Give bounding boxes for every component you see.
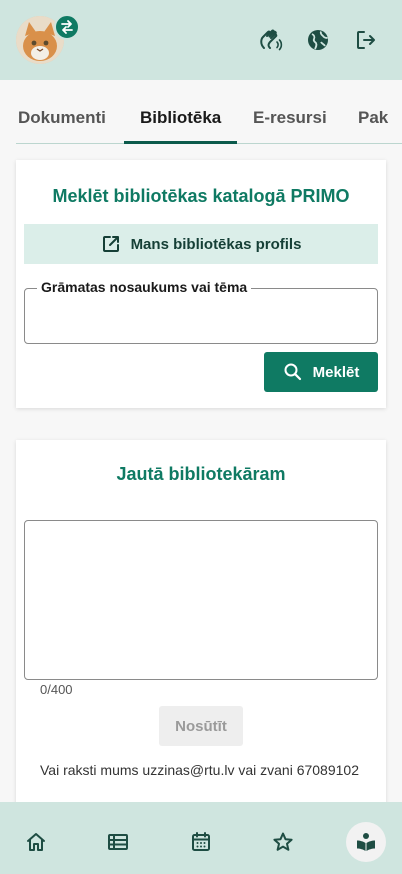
list-icon[interactable]: [98, 822, 138, 862]
globe-icon[interactable]: [304, 26, 332, 54]
catalog-title: Meklēt bibliotēkas katalogā PRIMO: [52, 186, 350, 206]
library-profile-link[interactable]: Mans bibliotēkas profils: [24, 224, 378, 264]
calendar-icon[interactable]: [181, 822, 221, 862]
logout-icon[interactable]: [352, 26, 380, 54]
character-counter: 0/400: [40, 682, 73, 697]
tab-dokumenti[interactable]: Dokumenti: [18, 104, 106, 144]
search-button-label: Meklēt: [312, 363, 360, 381]
tab-pak[interactable]: Pak: [358, 104, 388, 144]
book-title-input[interactable]: Grāmatas nosaukums vai tēma: [24, 279, 378, 344]
tab-bar: Dokumenti Bibliotēka E-resursi Pak: [16, 104, 402, 144]
ask-librarian-card: Jautā bibliotekāram 0/400 Nosūtīt Vai ra…: [16, 440, 386, 802]
active-tab-indicator: [124, 141, 237, 144]
send-button[interactable]: Nosūtīt: [159, 706, 243, 746]
external-link-icon: [101, 234, 121, 254]
question-textarea[interactable]: [24, 520, 378, 680]
contact-info: Vai raksti mums uzzinas@rtu.lv vai zvani…: [40, 762, 359, 778]
tab-e-resursi[interactable]: E-resursi: [253, 104, 327, 144]
swap-arrows-icon[interactable]: [54, 14, 80, 40]
top-bar: [0, 0, 402, 80]
home-icon[interactable]: [16, 822, 56, 862]
star-icon[interactable]: [263, 822, 303, 862]
ask-title: Jautā bibliotekāram: [116, 464, 286, 484]
book-title-label: Grāmatas nosaukums vai tēma: [37, 279, 252, 295]
bottom-navigation: [0, 802, 402, 874]
search-button[interactable]: Meklēt: [264, 352, 378, 392]
library-profile-label: Mans bibliotēkas profils: [130, 235, 302, 253]
main-content: Dokumenti Bibliotēka E-resursi Pak Meklē…: [0, 80, 402, 802]
hand-wave-icon[interactable]: [256, 26, 284, 54]
tab-biblioteka[interactable]: Bibliotēka: [140, 104, 221, 144]
library-book-icon[interactable]: [346, 822, 386, 862]
catalog-search-card: Meklēt bibliotēkas katalogā PRIMO Mans b…: [16, 160, 386, 408]
search-icon: [283, 362, 303, 382]
